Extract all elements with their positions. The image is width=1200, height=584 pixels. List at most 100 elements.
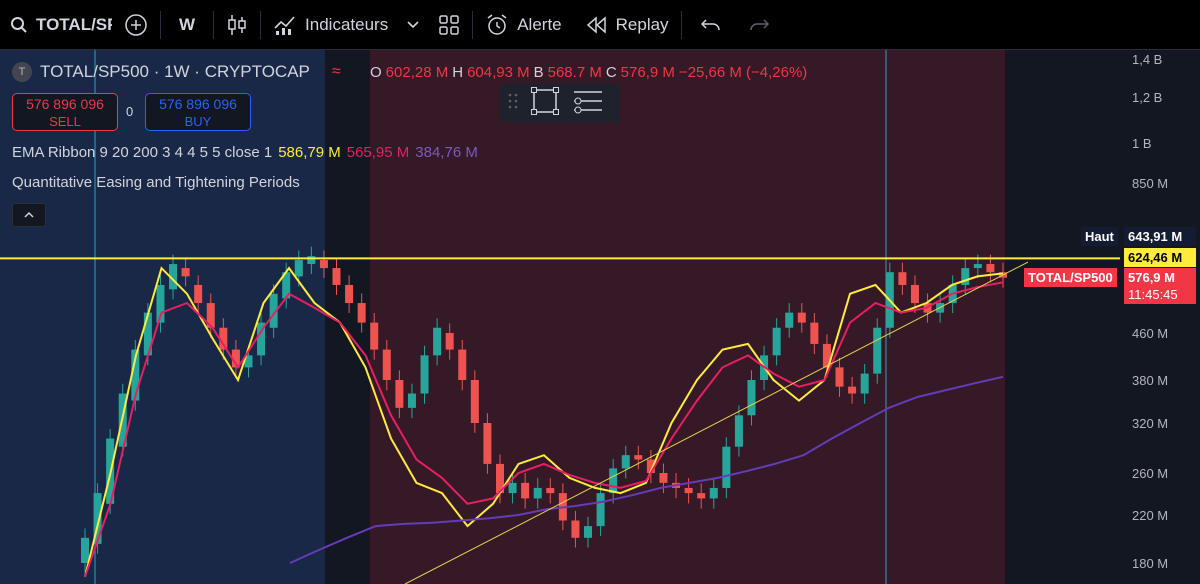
drag-handle-icon[interactable] <box>508 92 518 115</box>
candle-body <box>873 327 882 374</box>
candle-body <box>458 349 467 380</box>
qe-indicator-legend[interactable]: Quantitative Easing and Tightening Perio… <box>12 174 300 191</box>
symbol-logo-icon: T <box>12 62 32 82</box>
high-value: 604,93 M <box>467 64 530 81</box>
sell-price: 576 896 096 <box>26 96 104 112</box>
candle-body <box>181 268 190 277</box>
candle-body <box>546 487 555 494</box>
candle-body <box>797 312 806 323</box>
rectangle-select-icon[interactable] <box>530 86 560 121</box>
candle-body <box>898 272 907 285</box>
replay-label: Replay <box>615 14 669 34</box>
candle-body <box>407 393 416 408</box>
price-axis-tick: 1,2 B <box>1132 90 1162 105</box>
candle-body <box>508 482 517 494</box>
buy-button[interactable]: 576 896 096 BUY <box>145 93 251 131</box>
undo-button[interactable] <box>682 0 736 50</box>
price-axis-background <box>1120 50 1200 584</box>
ema200-value: 384,76 M <box>415 144 478 161</box>
rewind-icon <box>586 15 608 34</box>
open-label: O <box>370 64 382 81</box>
ema9-value: 586,79 M <box>278 144 341 161</box>
interval-button[interactable]: W <box>161 0 213 50</box>
candle-body <box>81 537 89 563</box>
qt-period-zone <box>370 50 1005 584</box>
candle-body <box>294 260 303 277</box>
indicators-button[interactable]: Indicateurs <box>261 0 400 50</box>
sell-button[interactable]: 576 896 096 SELL <box>12 93 118 131</box>
collapse-legend-button[interactable] <box>12 203 46 227</box>
floating-drawing-toolbar <box>500 84 620 122</box>
close-label: C <box>605 64 617 81</box>
candle-body <box>584 526 593 538</box>
alert-button[interactable]: Alerte <box>473 0 573 50</box>
price-axis-tick: 1,4 B <box>1132 52 1162 67</box>
candle-body <box>860 373 869 394</box>
price-axis-tick: 180 M <box>1132 556 1168 571</box>
open-value: 602,28 M <box>385 64 449 81</box>
indicators-label: Indicateurs <box>305 14 389 34</box>
replay-button[interactable]: Replay <box>574 0 681 50</box>
candle-body <box>470 380 479 423</box>
candle-body <box>910 284 919 304</box>
alert-label: Alerte <box>517 14 562 34</box>
candle-body <box>420 355 429 394</box>
candle-body <box>194 284 203 304</box>
undo-icon <box>700 16 722 34</box>
candle-body <box>973 264 982 269</box>
last-price-tag: 576,9 M 11:45:45 <box>1124 268 1196 304</box>
alarm-clock-icon <box>485 13 509 37</box>
candle-body <box>848 386 857 394</box>
candle-body <box>483 423 492 464</box>
candle-body <box>395 380 404 408</box>
chevron-down-icon <box>406 20 420 30</box>
candle-body <box>785 312 794 328</box>
high-tag-value: 643,91 M <box>1124 227 1196 246</box>
symbol-label: TOTAL/SP500 <box>36 14 112 34</box>
indicators-dropdown[interactable] <box>400 0 426 50</box>
ema20-value: 565,95 M <box>346 144 410 161</box>
candle-body <box>332 268 341 285</box>
high-label: H <box>452 64 464 81</box>
candle-body <box>370 322 379 350</box>
last-price-value: 576,9 M <box>1128 270 1175 285</box>
candle-body <box>345 284 354 304</box>
ema-ribbon-legend[interactable]: EMA Ribbon 9 20 200 3 4 4 5 5 close 1 58… <box>12 144 478 161</box>
candle-body <box>571 520 580 538</box>
layouts-button[interactable] <box>426 0 472 50</box>
candle-body <box>986 264 995 273</box>
chevron-up-icon <box>23 206 35 224</box>
price-axis-tick: 1 B <box>1132 136 1152 151</box>
candle-body <box>747 380 756 416</box>
symbol-price-label: TOTAL/SP500 <box>1024 268 1117 287</box>
redo-button[interactable] <box>736 0 782 50</box>
candle-body <box>835 367 844 387</box>
candle-body <box>382 349 391 380</box>
candle-body <box>810 322 819 344</box>
candle-body <box>772 327 781 356</box>
compare-button[interactable] <box>112 0 160 50</box>
candle-body <box>684 487 693 494</box>
settings-lines-icon[interactable] <box>572 88 604 119</box>
candle-body <box>433 327 442 356</box>
redo-icon <box>748 16 770 34</box>
low-value: 568.7 M <box>547 64 602 81</box>
price-axis-tick: 260 M <box>1132 466 1168 481</box>
price-axis-tick: 850 M <box>1132 176 1168 191</box>
price-axis-tick: 460 M <box>1132 326 1168 341</box>
wave-icon[interactable]: ≈ <box>332 63 341 81</box>
spread-value: 0 <box>126 104 134 119</box>
candle-body <box>445 333 454 350</box>
interval-label: W <box>179 14 196 34</box>
top-toolbar: TOTAL/SP500 W Indicateurs Alerte <box>0 0 1200 50</box>
level-price-tag: 624,46 M <box>1124 248 1196 267</box>
chart-type-button[interactable] <box>214 0 260 50</box>
high-tag-label: Haut <box>1081 227 1118 246</box>
bar-countdown: 11:45:45 <box>1128 287 1178 302</box>
price-axis-tick: 380 M <box>1132 373 1168 388</box>
buy-price: 576 896 096 <box>159 96 237 112</box>
price-axis-tick: 320 M <box>1132 416 1168 431</box>
symbol-search[interactable]: TOTAL/SP500 <box>0 0 112 50</box>
indicators-icon <box>273 14 297 36</box>
sell-label: SELL <box>49 114 81 129</box>
